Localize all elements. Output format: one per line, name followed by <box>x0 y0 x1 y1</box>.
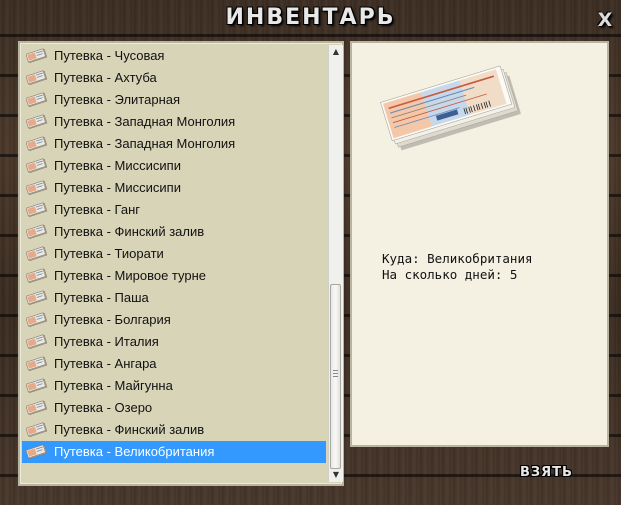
ticket-icon <box>25 48 48 64</box>
ticket-icon <box>25 312 48 328</box>
inventory-list-panel: Путевка - Чусовая Путевка - Ахтуба Путевка… <box>18 41 344 486</box>
list-item[interactable]: Путевка - Финский залив <box>22 419 326 441</box>
ticket-icon <box>25 136 48 152</box>
list-item-label: Путевка - Миссисипи <box>54 180 181 195</box>
ticket-icon <box>25 356 48 372</box>
list-item-label: Путевка - Западная Монголия <box>54 114 236 129</box>
item-detail-panel: Куда: Великобритания На сколько дней: 5 <box>350 41 609 447</box>
inventory-list: Путевка - Чусовая Путевка - Ахтуба Путевка… <box>22 45 326 463</box>
ticket-icon <box>25 378 48 394</box>
ticket-icon <box>25 70 48 86</box>
list-item[interactable]: Путевка - Майгунна <box>22 375 326 397</box>
list-item[interactable]: Путевка - Великобритания <box>22 441 326 463</box>
list-item[interactable]: Путевка - Миссисипи <box>22 177 326 199</box>
list-item[interactable]: Путевка - Болгария <box>22 309 326 331</box>
list-item-label: Путевка - Майгунна <box>54 378 173 393</box>
ticket-icon <box>25 92 48 108</box>
scroll-up-arrow-icon[interactable]: ▲ <box>329 45 343 59</box>
list-item-label: Путевка - Элитарная <box>54 92 181 107</box>
list-item[interactable]: Путевка - Элитарная <box>22 89 326 111</box>
list-item-label: Путевка - Италия <box>54 334 159 349</box>
destination-text: Куда: Великобритания <box>382 251 533 266</box>
list-item-label: Путевка - Болгария <box>54 312 171 327</box>
list-item[interactable]: Путевка - Тиорати <box>22 243 326 265</box>
ticket-icon <box>25 158 48 174</box>
ticket-icon <box>25 400 48 416</box>
ticket-icon <box>25 202 48 218</box>
ticket-icon <box>25 268 48 284</box>
close-button[interactable]: X <box>594 8 616 32</box>
list-item-label: Путевка - Чусовая <box>54 48 165 63</box>
list-item-label: Путевка - Ангара <box>54 356 157 371</box>
list-item-label: Путевка - Паша <box>54 290 149 305</box>
ticket-icon <box>25 422 48 438</box>
ticket-icon <box>25 444 48 460</box>
list-item-label: Путевка - Озеро <box>54 400 153 415</box>
list-item-label: Путевка - Ахтуба <box>54 70 157 85</box>
scrollbar-thumb[interactable] <box>330 284 341 469</box>
list-item-label: Путевка - Великобритания <box>54 444 215 459</box>
list-item[interactable]: Путевка - Миссисипи <box>22 155 326 177</box>
list-item-label: Путевка - Ганг <box>54 202 141 217</box>
ticket-icon <box>25 114 48 130</box>
list-item[interactable]: Путевка - Финский залив <box>22 221 326 243</box>
list-item[interactable]: Путевка - Западная Монголия <box>22 133 326 155</box>
days-text: На сколько дней: 5 <box>382 267 518 282</box>
take-button[interactable]: ВЗЯТЬ <box>520 465 590 487</box>
list-item[interactable]: Путевка - Озеро <box>22 397 326 419</box>
list-item-label: Путевка - Финский залив <box>54 224 205 239</box>
scroll-down-arrow-icon[interactable]: ▼ <box>329 468 343 482</box>
ticket-icon <box>25 290 48 306</box>
list-item-label: Путевка - Финский залив <box>54 422 205 437</box>
item-info: Куда: Великобритания На сколько дней: 5 <box>382 251 533 283</box>
ticket-icon <box>25 334 48 350</box>
list-item[interactable]: Путевка - Чусовая <box>22 45 326 67</box>
list-item[interactable]: Путевка - Ахтуба <box>22 67 326 89</box>
list-item[interactable]: Путевка - Ганг <box>22 199 326 221</box>
list-item[interactable]: Путевка - Мировое турне <box>22 265 326 287</box>
list-item[interactable]: Путевка - Италия <box>22 331 326 353</box>
list-item[interactable]: Путевка - Паша <box>22 287 326 309</box>
list-item[interactable]: Путевка - Ангара <box>22 353 326 375</box>
ticket-icon <box>25 224 48 240</box>
list-scrollbar[interactable]: ▲ ▼ <box>328 45 343 482</box>
ticket-icon <box>25 180 48 196</box>
list-item-label: Путевка - Мировое турне <box>54 268 207 283</box>
list-item-label: Путевка - Тиорати <box>54 246 164 261</box>
list-item-label: Путевка - Миссисипи <box>54 158 181 173</box>
window-title: ИНВЕНТАРЬ <box>225 5 396 30</box>
ticket-icon <box>25 246 48 262</box>
ticket-stack-image <box>380 65 530 159</box>
list-item[interactable]: Путевка - Западная Монголия <box>22 111 326 133</box>
list-item-label: Путевка - Западная Монголия <box>54 136 236 151</box>
